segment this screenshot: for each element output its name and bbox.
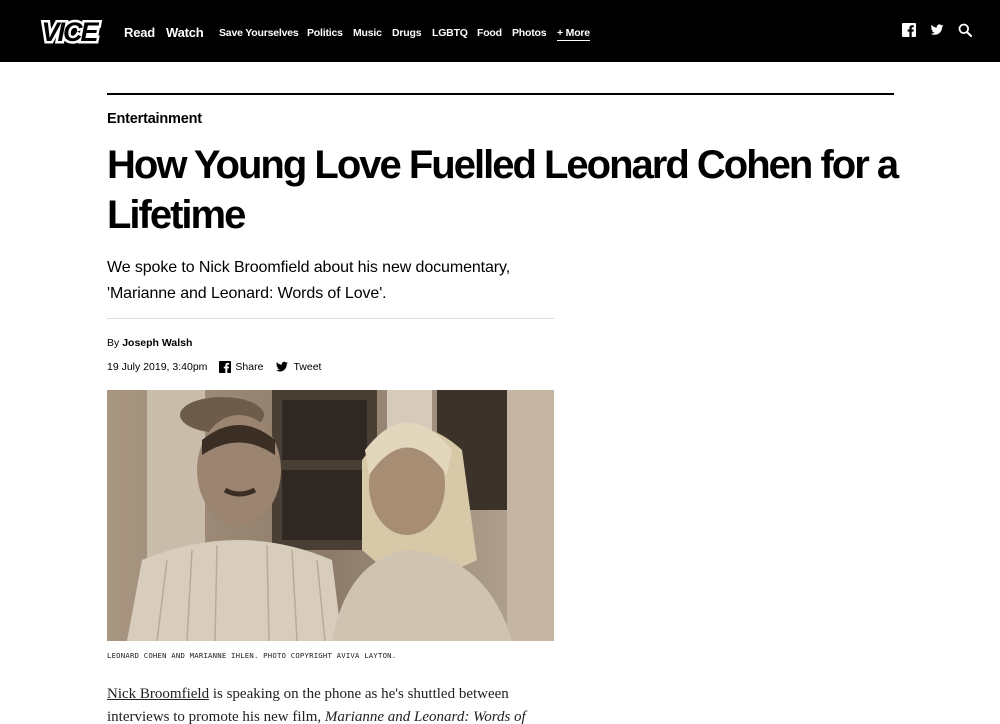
byline: By Joseph Walsh: [107, 337, 192, 349]
top-divider: [107, 93, 894, 95]
nav-photos[interactable]: Photos: [512, 27, 547, 39]
publish-date: 19 July 2019, 3:40pm: [107, 361, 208, 373]
nav-read[interactable]: Read: [124, 25, 155, 40]
site-header: VICE VICE Read Watch Save Yourselves Pol…: [0, 0, 1000, 62]
body-line2: interviews to promote his new film,: [107, 709, 325, 724]
svg-text:VICE: VICE: [41, 17, 99, 47]
facebook-icon[interactable]: [902, 23, 916, 37]
search-icon[interactable]: [958, 23, 972, 37]
article-body: Nick Broomfield is speaking on the phone…: [107, 683, 557, 724]
article-photo: [107, 390, 554, 641]
nav-food[interactable]: Food: [477, 27, 502, 39]
dek-divider: [107, 318, 554, 319]
nav-save-yourselves[interactable]: Save Yourselves: [219, 27, 299, 39]
nav-lgbtq[interactable]: LGBTQ: [432, 27, 468, 39]
twitter-icon: [276, 361, 289, 372]
share-label: Share: [235, 361, 264, 373]
article-headline: How Young Love Fuelled Leonard Cohen for…: [107, 143, 899, 237]
vice-logo[interactable]: VICE VICE: [28, 16, 110, 48]
body-line1: is speaking on the phone as he's shuttle…: [209, 686, 509, 702]
photo-caption: LEONARD COHEN AND MARIANNE IHLEN. PHOTO …: [107, 651, 397, 660]
share-button[interactable]: Share: [219, 361, 263, 373]
tweet-button[interactable]: Tweet: [275, 361, 321, 373]
dateline: 19 July 2019, 3:40pm Share Tweet: [107, 361, 321, 373]
facebook-icon: [219, 361, 232, 373]
section-label[interactable]: Entertainment: [107, 111, 202, 127]
byline-prefix: By: [107, 337, 120, 349]
tweet-label: Tweet: [293, 361, 322, 373]
author-link[interactable]: Joseph Walsh: [122, 337, 192, 349]
film-title: Marianne and Leonard: Words of: [324, 709, 526, 724]
nav-watch[interactable]: Watch: [166, 25, 204, 40]
article-dek: We spoke to Nick Broomfield about his ne…: [107, 259, 511, 302]
twitter-icon[interactable]: [930, 23, 944, 37]
nav-politics[interactable]: Politics: [307, 27, 343, 39]
nav-more-button[interactable]: + More: [557, 27, 590, 41]
nav-music[interactable]: Music: [353, 27, 382, 39]
body-link[interactable]: Nick Broomfield: [107, 686, 209, 702]
nav-drugs[interactable]: Drugs: [392, 27, 422, 39]
